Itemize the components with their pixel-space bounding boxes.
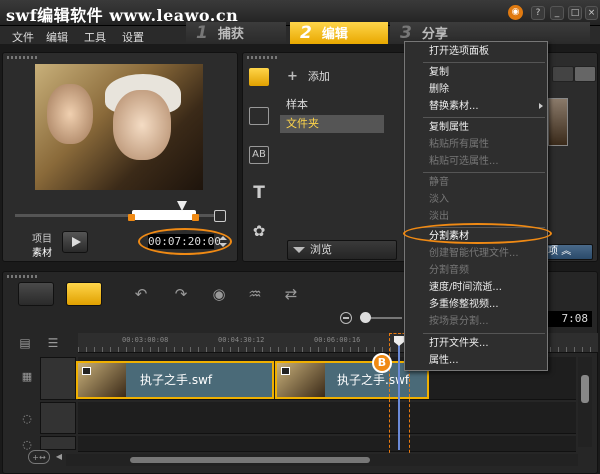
clip-thumbnail[interactable] — [548, 98, 568, 146]
clip-type-icon — [82, 367, 91, 375]
submenu-arrow-icon — [539, 103, 543, 109]
clip-type-icon — [281, 367, 290, 375]
zoom-out-icon[interactable] — [340, 312, 352, 324]
menu-file[interactable]: 文件 — [12, 29, 34, 45]
zoom-slider[interactable] — [370, 317, 402, 319]
zoom-handle[interactable] — [360, 312, 371, 323]
redo-icon[interactable]: ↷ — [172, 285, 190, 303]
vertical-scroll-thumb[interactable] — [581, 375, 589, 403]
title-ab-icon[interactable]: AB — [249, 146, 269, 164]
ctx-multi-trim[interactable]: 多重修整视频... — [405, 296, 547, 313]
step-capture[interactable]: 1 捕获 — [186, 22, 286, 44]
close-icon[interactable]: × — [585, 6, 598, 20]
text-t-icon[interactable]: T — [249, 184, 269, 202]
video-preview — [35, 64, 203, 190]
clip-label: 执子之手.swf — [140, 373, 213, 387]
marker-badge: B — [372, 353, 392, 373]
ctx-paste-all-attributes[interactable]: 粘贴所有属性 — [405, 136, 547, 153]
panel-grip — [7, 275, 37, 278]
ruler-label: 00:03:00:08 — [122, 336, 169, 344]
library-item-samples[interactable]: 样本 — [280, 96, 384, 114]
ctx-open-folder[interactable]: 打开文件夹... — [405, 335, 547, 352]
title-track-header[interactable] — [40, 436, 76, 450]
horizontal-scroll-thumb[interactable] — [130, 457, 370, 463]
copy-icon[interactable] — [214, 210, 226, 222]
ctx-create-proxy[interactable]: 创建智能代理文件... — [405, 245, 547, 262]
track-toggle-icon[interactable]: ◌ — [18, 410, 36, 428]
overlay-track-header[interactable] — [40, 402, 76, 434]
ctx-split-audio[interactable]: 分割音频 — [405, 262, 547, 279]
chapter-list-icon[interactable]: ☰ — [44, 334, 62, 352]
ctx-copy-attributes[interactable]: 复制属性 — [405, 119, 547, 136]
transition-icon[interactable] — [249, 107, 269, 125]
track-toggle-icon[interactable]: ▦ — [18, 368, 36, 386]
ctx-open-options[interactable]: 打开选项面板 — [405, 43, 547, 60]
list-view-icon[interactable] — [574, 66, 596, 82]
trim-selection[interactable] — [132, 210, 196, 220]
library-item-folder[interactable]: 文件夹 — [280, 115, 384, 133]
menu-tools[interactable]: 工具 — [84, 29, 106, 45]
title-track[interactable] — [78, 436, 576, 452]
auto-music-icon[interactable]: ⇄ — [282, 285, 300, 303]
trim-start-marker[interactable] — [128, 214, 135, 221]
chevron-up-icon: ︽ — [561, 246, 572, 257]
ctx-fade-in[interactable]: 淡入 — [405, 191, 547, 208]
media-library-icon[interactable] — [249, 68, 269, 86]
ctx-split-by-scene[interactable]: 按场景分割... — [405, 313, 547, 330]
minimize-icon[interactable]: _ — [550, 6, 564, 20]
timeline-clip[interactable]: 执子之手.swf — [76, 361, 274, 399]
context-menu: 打开选项面板 复制 删除 替换素材... 复制属性 粘贴所有属性 粘贴可选属性.… — [404, 41, 548, 371]
panel-grip — [247, 56, 277, 59]
audio-mix-icon[interactable]: ♒ — [246, 285, 264, 303]
menu-settings[interactable]: 设置 — [122, 29, 144, 45]
browse-button[interactable]: 浏览 — [287, 240, 397, 260]
ctx-delete[interactable]: 删除 — [405, 81, 547, 98]
timeline-view-button[interactable] — [66, 282, 102, 306]
fit-project-icon[interactable]: +↔ — [28, 450, 50, 464]
split-clip-highlight — [403, 223, 552, 244]
add-folder-button[interactable]: + 添加 — [287, 68, 330, 84]
undo-icon[interactable]: ↶ — [132, 285, 150, 303]
ctx-paste-selected-attributes[interactable]: 粘贴可选属性... — [405, 153, 547, 170]
overlay-track[interactable] — [78, 402, 576, 434]
play-button[interactable] — [62, 231, 88, 253]
ruler-label: 00:04:30:12 — [218, 336, 265, 344]
trim-end-marker[interactable] — [192, 214, 199, 221]
ruler-label: 00:06:00:16 — [314, 336, 361, 344]
track-manager-icon[interactable]: ▤ — [16, 334, 34, 352]
playhead-line[interactable] — [398, 340, 400, 450]
storyboard-view-button[interactable] — [18, 282, 54, 306]
thumbnail-view-icon[interactable] — [552, 66, 574, 82]
menu-edit[interactable]: 编辑 — [46, 29, 68, 45]
project-duration: 7:08 — [548, 311, 592, 327]
project-mode-label[interactable]: 项目 — [32, 230, 52, 245]
ctx-copy[interactable]: 复制 — [405, 64, 547, 81]
filter-icon[interactable]: ✿ — [249, 222, 269, 240]
ctx-speed-time-lapse[interactable]: 速度/时间流逝... — [405, 279, 547, 296]
panel-grip — [7, 56, 37, 59]
ctx-replace-clip[interactable]: 替换素材... — [405, 98, 547, 115]
timecode-highlight — [138, 228, 232, 255]
maximize-icon[interactable]: □ — [568, 6, 582, 20]
clip-mode-label[interactable]: 素材 — [32, 244, 52, 259]
record-icon[interactable]: ◉ — [210, 285, 228, 303]
help-icon[interactable]: ? — [531, 6, 545, 20]
ctx-properties[interactable]: 属性... — [405, 352, 547, 369]
step-edit[interactable]: 2 编辑 — [290, 22, 388, 44]
app-logo-icon[interactable]: ◉ — [508, 5, 523, 20]
ctx-mute[interactable]: 静音 — [405, 174, 547, 191]
plus-icon: + — [287, 69, 298, 84]
scroll-left-icon[interactable]: ◀ — [54, 451, 64, 463]
video-track-header[interactable] — [40, 357, 76, 400]
